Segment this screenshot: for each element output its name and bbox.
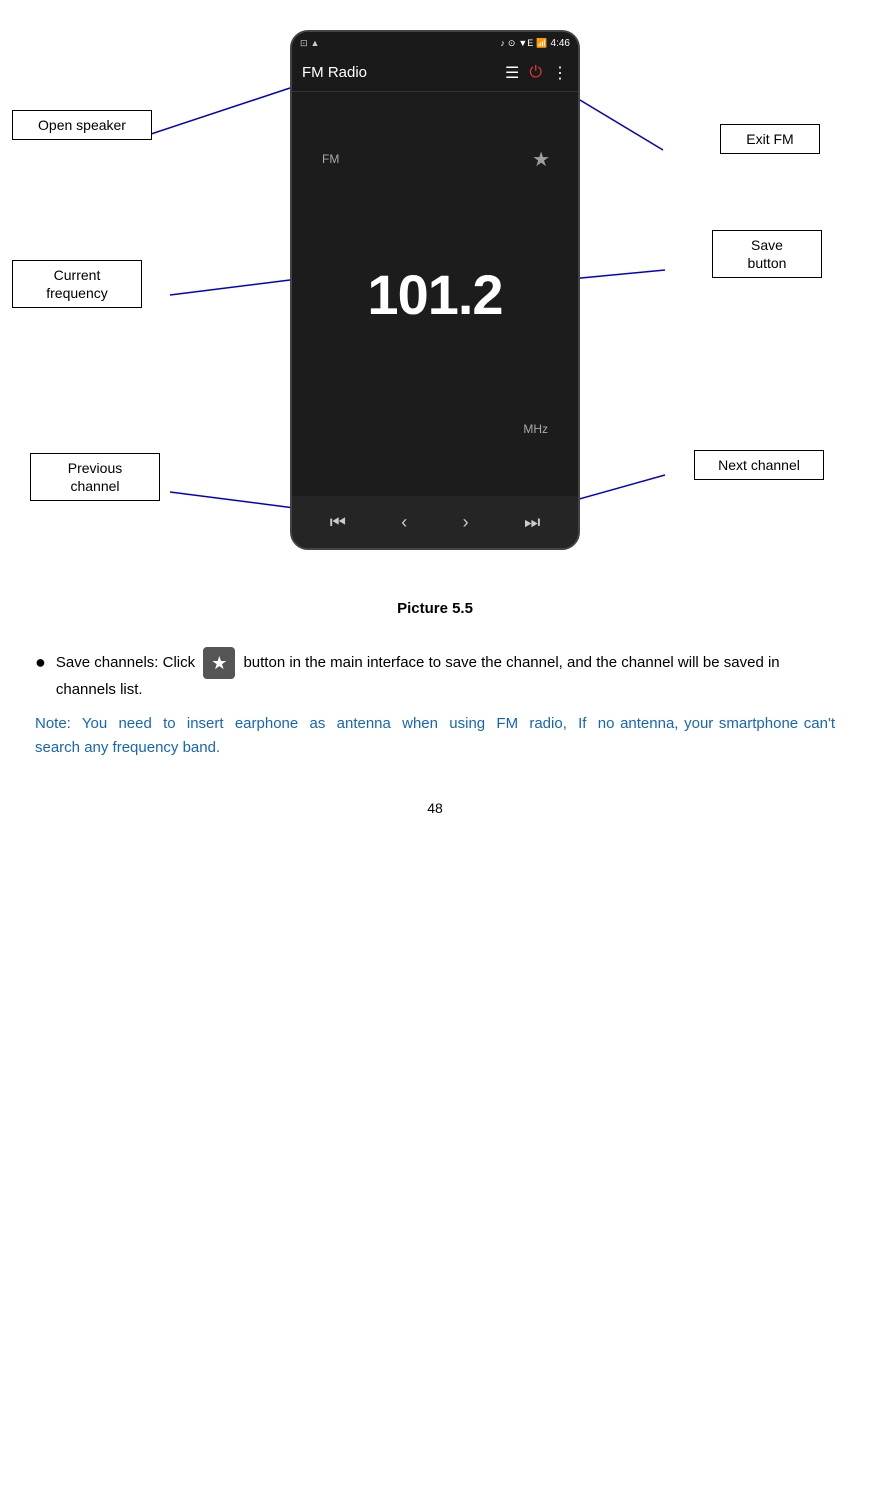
prev-button[interactable]: ‹: [401, 512, 407, 533]
page: Open speaker Exit FM Currentfrequency Sa…: [0, 0, 870, 1488]
picture-caption: Picture 5.5: [397, 600, 473, 617]
exit-fm-label: Exit FM: [720, 124, 820, 154]
skip-back-button[interactable]: ⏮: [330, 512, 346, 533]
bullet-text-save: Save channels: Click ★ button in the mai…: [56, 647, 835, 702]
star-button-icon: ★: [203, 647, 235, 679]
next-button[interactable]: ›: [463, 512, 469, 533]
previous-channel-label: Previouschannel: [30, 453, 160, 501]
diagram-area: Open speaker Exit FM Currentfrequency Sa…: [0, 20, 870, 590]
title-bar: FM Radio ☰ ⏻ ⋮: [292, 54, 578, 92]
bullet-item-save: ● Save channels: Click ★ button in the m…: [35, 647, 835, 702]
controls-bar: ⏮ ‹ › ⏭: [292, 496, 578, 548]
current-frequency-label: Currentfrequency: [12, 260, 142, 308]
fm-star-icon[interactable]: ★: [532, 147, 550, 172]
bullet-dot: ●: [35, 649, 46, 676]
save-text-before: Save channels: Click: [56, 654, 195, 671]
app-title: FM Radio: [302, 64, 505, 81]
fm-display: FM ★ 101.2 MHz: [292, 92, 578, 496]
note-text: Note: You need to insert earphone as ant…: [35, 712, 835, 760]
open-speaker-label: Open speaker: [12, 110, 152, 140]
page-number: 48: [427, 800, 443, 816]
content-section: ● Save channels: Click ★ button in the m…: [25, 647, 845, 760]
status-right-icons: ♪ ⊙ ▼E 📶 4:46: [500, 38, 570, 49]
status-bar: ⊡ ▲ ♪ ⊙ ▼E 📶 4:46: [292, 32, 578, 54]
title-icons: ☰ ⏻ ⋮: [505, 63, 568, 83]
save-button-label: Savebutton: [712, 230, 822, 278]
fm-unit: MHz: [523, 422, 548, 436]
fm-label: FM: [322, 152, 339, 166]
next-channel-label: Next channel: [694, 450, 824, 480]
power-icon[interactable]: ⏻: [529, 64, 542, 82]
list-icon[interactable]: ☰: [505, 63, 519, 83]
more-icon[interactable]: ⋮: [552, 63, 568, 83]
skip-forward-button[interactable]: ⏭: [524, 512, 540, 533]
phone-mockup: ⊡ ▲ ♪ ⊙ ▼E 📶 4:46 FM Radio ☰ ⏻ ⋮: [290, 30, 580, 550]
status-left-icons: ⊡ ▲: [300, 38, 319, 49]
fm-frequency: 101.2: [367, 262, 502, 327]
